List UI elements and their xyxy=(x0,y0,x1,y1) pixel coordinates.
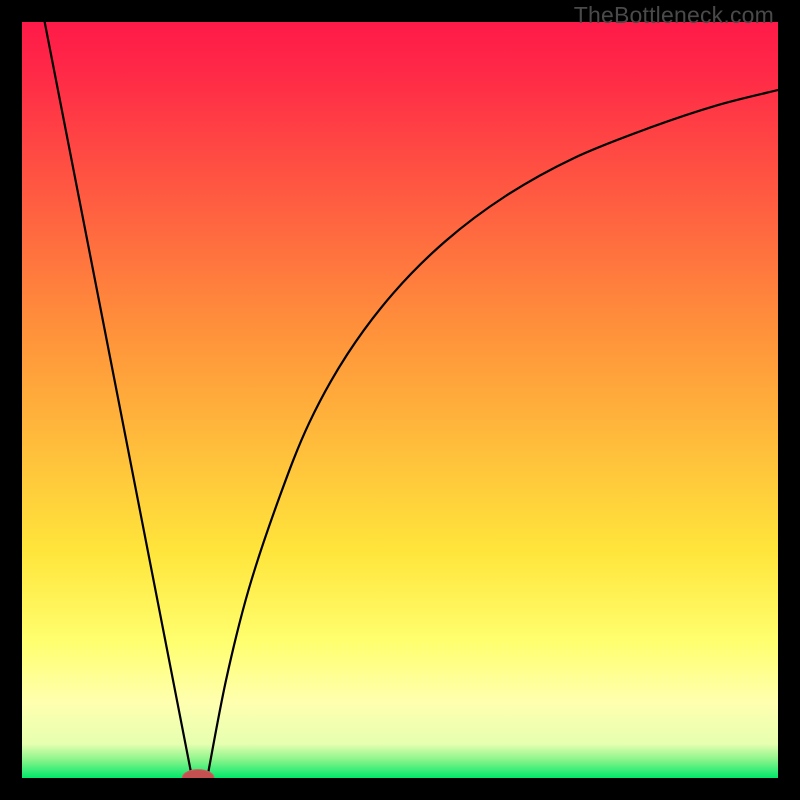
watermark-text: TheBottleneck.com xyxy=(574,2,774,29)
bottleneck-chart xyxy=(22,22,778,778)
gradient-background xyxy=(22,22,778,778)
chart-frame xyxy=(22,22,778,778)
